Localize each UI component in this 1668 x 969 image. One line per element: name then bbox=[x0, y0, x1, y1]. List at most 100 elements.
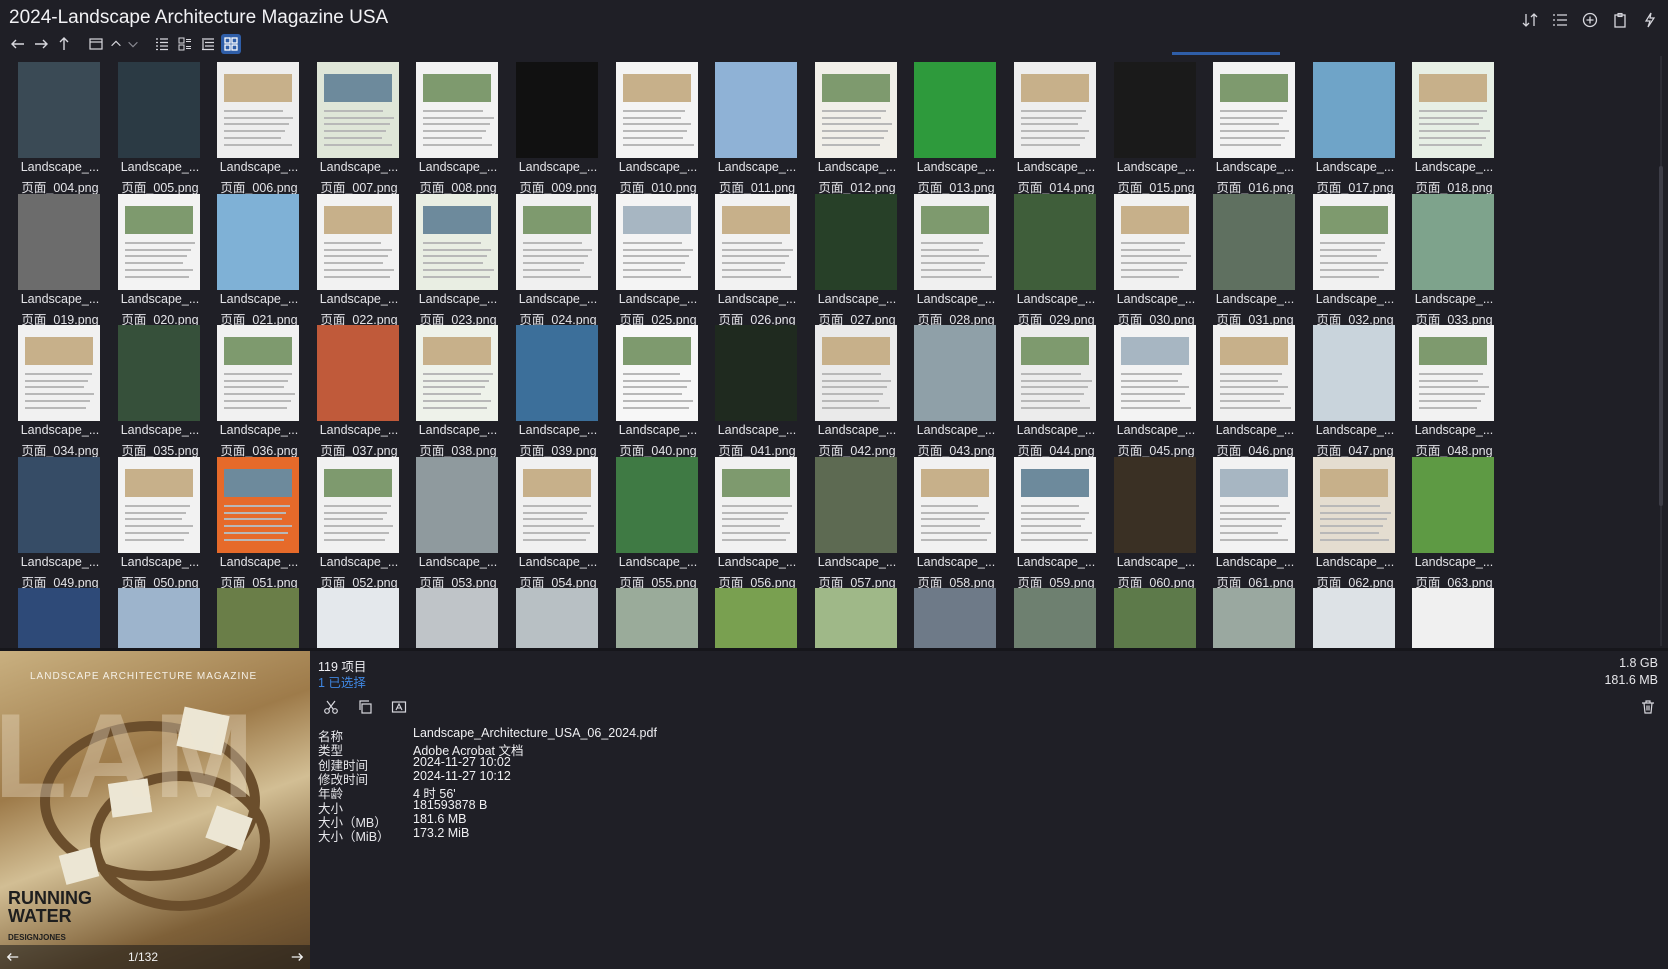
chevron-down-icon[interactable] bbox=[126, 34, 140, 54]
file-thumbnail-item[interactable]: Landscape_... 页面_041.png bbox=[697, 319, 797, 458]
file-thumbnail-item[interactable]: Landscape_... 页面_027.png bbox=[797, 188, 897, 327]
delete-icon[interactable] bbox=[1638, 697, 1658, 717]
file-thumbnail-item[interactable]: Landscape_... 页面_047.png bbox=[1295, 319, 1395, 458]
back-arrow-icon[interactable] bbox=[8, 34, 28, 54]
file-thumbnail-item[interactable]: Landscape_... 页面_044.png bbox=[996, 319, 1096, 458]
file-thumbnail-item[interactable]: Landscape_... 页面_052.png bbox=[299, 451, 399, 590]
file-thumbnail-item[interactable] bbox=[498, 582, 598, 648]
file-thumbnail-item[interactable]: Landscape_... 页面_049.png bbox=[0, 451, 100, 590]
file-thumbnail-item[interactable]: Landscape_... 页面_050.png bbox=[100, 451, 200, 590]
file-thumbnail-item[interactable]: Landscape_... 页面_054.png bbox=[498, 451, 598, 590]
file-thumbnail-item[interactable]: Landscape_... 页面_046.png bbox=[1195, 319, 1295, 458]
file-thumbnail-item[interactable]: Landscape_... 页面_019.png bbox=[0, 188, 100, 327]
file-thumbnail-item[interactable] bbox=[0, 582, 100, 648]
file-thumbnail-item[interactable]: Landscape_... 页面_023.png bbox=[398, 188, 498, 327]
file-thumbnail-item[interactable]: Landscape_... 页面_053.png bbox=[398, 451, 498, 590]
rename-icon[interactable] bbox=[386, 695, 412, 719]
file-thumbnail-item[interactable]: Landscape_... 页面_024.png bbox=[498, 188, 598, 327]
file-thumbnail-item[interactable] bbox=[1096, 582, 1196, 648]
file-thumbnail-item[interactable]: Landscape_... 页面_026.png bbox=[697, 188, 797, 327]
file-thumbnail-item[interactable]: Landscape_... 页面_004.png bbox=[0, 56, 100, 195]
file-thumbnail-item[interactable]: Landscape_... 页面_016.png bbox=[1195, 56, 1295, 195]
selection-count-link[interactable]: 1 已选择 bbox=[318, 672, 366, 691]
file-thumbnail-item[interactable]: Landscape_... 页面_021.png bbox=[199, 188, 299, 327]
file-thumbnail-item[interactable] bbox=[996, 582, 1096, 648]
file-thumbnail-item[interactable]: Landscape_... 页面_018.png bbox=[1394, 56, 1494, 195]
file-thumbnail-item[interactable]: Landscape_... 页面_035.png bbox=[100, 319, 200, 458]
file-thumbnail-item[interactable]: Landscape_... 页面_048.png bbox=[1394, 319, 1494, 458]
file-thumbnail-item[interactable]: Landscape_... 页面_043.png bbox=[896, 319, 996, 458]
file-thumbnail-item[interactable]: Landscape_... 页面_007.png bbox=[299, 56, 399, 195]
file-thumbnail-item[interactable]: Landscape_... 页面_014.png bbox=[996, 56, 1096, 195]
file-thumbnail-item[interactable] bbox=[598, 582, 698, 648]
file-thumbnail-item[interactable]: Landscape_... 页面_033.png bbox=[1394, 188, 1494, 327]
window-icon[interactable] bbox=[86, 34, 106, 54]
file-thumbnail-item[interactable]: Landscape_... 页面_008.png bbox=[398, 56, 498, 195]
thumbnail-text-line bbox=[124, 531, 189, 534]
file-thumbnail-item[interactable]: Landscape_... 页面_057.png bbox=[797, 451, 897, 590]
file-thumbnail-item[interactable]: Landscape_... 页面_060.png bbox=[1096, 451, 1196, 590]
file-thumbnail-item[interactable]: Landscape_... 页面_012.png bbox=[797, 56, 897, 195]
next-page-button[interactable] bbox=[284, 945, 310, 969]
file-thumbnail-item[interactable]: Landscape_... 页面_055.png bbox=[598, 451, 698, 590]
file-thumbnail-item[interactable]: Landscape_... 页面_056.png bbox=[697, 451, 797, 590]
file-thumbnail-item[interactable]: Landscape_... 页面_020.png bbox=[100, 188, 200, 327]
file-thumbnail-item[interactable] bbox=[697, 582, 797, 648]
pin-icon[interactable] bbox=[1640, 10, 1660, 30]
file-thumbnail-item[interactable]: Landscape_... 页面_061.png bbox=[1195, 451, 1295, 590]
scrollbar-thumb[interactable] bbox=[1659, 166, 1663, 506]
file-thumbnail-item[interactable] bbox=[199, 582, 299, 648]
file-thumbnail-item[interactable]: Landscape_... 页面_017.png bbox=[1295, 56, 1395, 195]
tree-view-icon[interactable] bbox=[198, 34, 218, 54]
file-thumbnail-item[interactable]: Landscape_... 页面_015.png bbox=[1096, 56, 1196, 195]
file-thumbnail-item[interactable]: Landscape_... 页面_029.png bbox=[996, 188, 1096, 327]
copy-icon[interactable] bbox=[352, 695, 378, 719]
tiles-view-icon[interactable] bbox=[175, 34, 195, 54]
file-thumbnail-item[interactable]: Landscape_... 页面_051.png bbox=[199, 451, 299, 590]
file-thumbnail-item[interactable]: Landscape_... 页面_013.png bbox=[896, 56, 996, 195]
thumbnail-view-icon[interactable] bbox=[221, 34, 241, 54]
sort-icon[interactable] bbox=[1520, 10, 1540, 30]
chevron-up-icon[interactable] bbox=[109, 34, 123, 54]
file-thumbnail-item[interactable]: Landscape_... 页面_036.png bbox=[199, 319, 299, 458]
file-thumbnail-item[interactable]: Landscape_... 页面_025.png bbox=[598, 188, 698, 327]
file-thumbnail-item[interactable]: Landscape_... 页面_011.png bbox=[697, 56, 797, 195]
file-thumbnail-item[interactable]: Landscape_... 页面_030.png bbox=[1096, 188, 1196, 327]
file-thumbnail-item[interactable] bbox=[1195, 582, 1295, 648]
list-view-icon[interactable] bbox=[152, 34, 172, 54]
vertical-scrollbar[interactable] bbox=[1654, 56, 1668, 646]
up-arrow-icon[interactable] bbox=[54, 34, 74, 54]
details-view-icon[interactable] bbox=[1550, 10, 1570, 30]
file-thumbnail-item[interactable] bbox=[1295, 582, 1395, 648]
previous-page-button[interactable] bbox=[0, 945, 26, 969]
file-thumbnail-item[interactable]: Landscape_... 页面_045.png bbox=[1096, 319, 1196, 458]
file-thumbnail-item[interactable] bbox=[1394, 582, 1494, 648]
file-thumbnail-item[interactable]: Landscape_... 页面_059.png bbox=[996, 451, 1096, 590]
file-thumbnail-item[interactable]: Landscape_... 页面_037.png bbox=[299, 319, 399, 458]
file-thumbnail-item[interactable] bbox=[100, 582, 200, 648]
file-thumbnail-item[interactable]: Landscape_... 页面_010.png bbox=[598, 56, 698, 195]
file-thumbnail-item[interactable]: Landscape_... 页面_005.png bbox=[100, 56, 200, 195]
file-thumbnail-item[interactable]: Landscape_... 页面_032.png bbox=[1295, 188, 1395, 327]
forward-arrow-icon[interactable] bbox=[31, 34, 51, 54]
clipboard-icon[interactable] bbox=[1610, 10, 1630, 30]
file-thumbnail-item[interactable]: Landscape_... 页面_031.png bbox=[1195, 188, 1295, 327]
file-thumbnail-item[interactable] bbox=[797, 582, 897, 648]
file-thumbnail-item[interactable]: Landscape_... 页面_034.png bbox=[0, 319, 100, 458]
file-thumbnail-item[interactable]: Landscape_... 页面_063.png bbox=[1394, 451, 1494, 590]
file-thumbnail-item[interactable] bbox=[299, 582, 399, 648]
file-thumbnail-item[interactable] bbox=[896, 582, 996, 648]
file-thumbnail-item[interactable]: Landscape_... 页面_062.png bbox=[1295, 451, 1395, 590]
file-thumbnail-item[interactable]: Landscape_... 页面_006.png bbox=[199, 56, 299, 195]
file-thumbnail-item[interactable]: Landscape_... 页面_040.png bbox=[598, 319, 698, 458]
file-thumbnail-item[interactable]: Landscape_... 页面_042.png bbox=[797, 319, 897, 458]
cut-icon[interactable] bbox=[318, 695, 344, 719]
file-thumbnail-item[interactable]: Landscape_... 页面_022.png bbox=[299, 188, 399, 327]
file-thumbnail-item[interactable]: Landscape_... 页面_009.png bbox=[498, 56, 598, 195]
file-thumbnail-item[interactable]: Landscape_... 页面_028.png bbox=[896, 188, 996, 327]
file-thumbnail-item[interactable]: Landscape_... 页面_058.png bbox=[896, 451, 996, 590]
file-thumbnail-item[interactable]: Landscape_... 页面_039.png bbox=[498, 319, 598, 458]
add-circle-icon[interactable] bbox=[1580, 10, 1600, 30]
file-thumbnail-item[interactable]: Landscape_... 页面_038.png bbox=[398, 319, 498, 458]
file-thumbnail-item[interactable] bbox=[398, 582, 498, 648]
